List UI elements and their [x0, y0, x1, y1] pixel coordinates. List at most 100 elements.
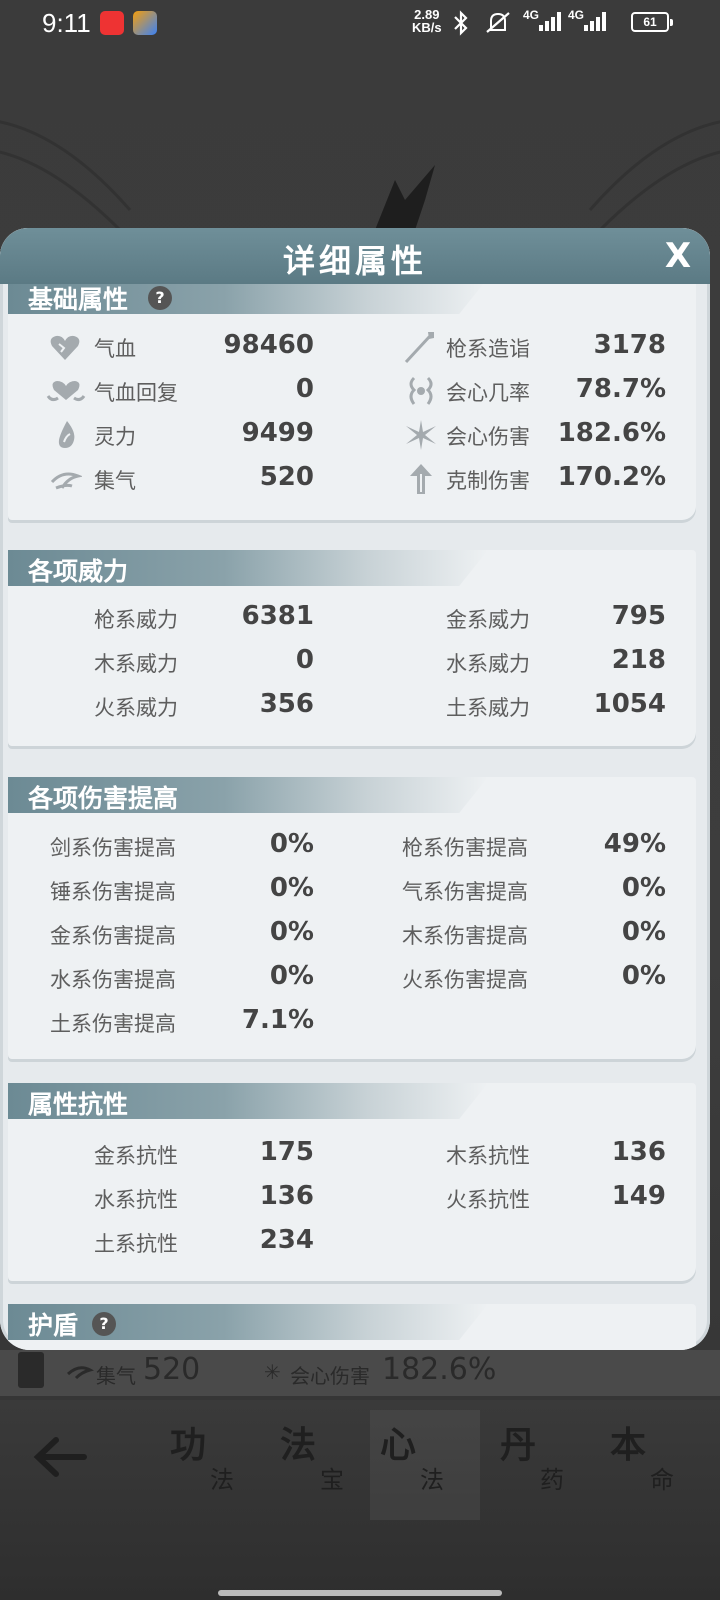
nav-tab-small-char: 药 — [540, 1466, 564, 1494]
stat-value: 78.7% — [575, 374, 666, 404]
status-bar: 9:11 2.89 KB/s 4G 4G 61 — [0, 0, 720, 48]
stat-label: 金系抗性 — [94, 1144, 178, 1168]
stat-label: 土系伤害提高 — [50, 1012, 176, 1036]
stat-label: 气血回复 — [94, 381, 178, 405]
stat-label: 气血 — [94, 337, 136, 361]
nav-tab-small-char: 法 — [420, 1466, 444, 1494]
nav-tab-fabao[interactable]: 法 宝 — [270, 1410, 380, 1520]
nav-tab-small-char: 宝 — [320, 1466, 344, 1494]
stat-label: 会心伤害 — [446, 425, 530, 449]
stat-value: 0% — [269, 917, 314, 947]
speed-unit: KB/s — [412, 20, 442, 35]
stat-label: 锤系伤害提高 — [50, 880, 176, 904]
battery-icon: 61 — [631, 12, 673, 32]
blood-icon — [50, 335, 80, 360]
nav-tab-small-char: 法 — [210, 1466, 234, 1494]
qi-gather-icon-bg — [66, 1366, 94, 1380]
stat-label: 水系伤害提高 — [50, 968, 176, 992]
section-damage-boost: 各项伤害提高 剑系伤害提高 0% 锤系伤害提高 0% 金系伤害提高 0% 水系伤… — [8, 777, 696, 1059]
section-shield: 护盾 ? — [8, 1304, 696, 1350]
stat-value: 9499 — [241, 418, 314, 448]
crit-rate-icon — [409, 376, 433, 405]
attribute-scroll-area[interactable]: 基础属性 ? 气血 98460 气血回复 0 灵力 9499 集气 520 枪系… — [0, 284, 710, 1350]
stat-value: 1054 — [593, 689, 666, 719]
stat-value: 149 — [611, 1181, 666, 1211]
stat-value: 7.1% — [241, 1005, 314, 1035]
section-power: 各项威力 枪系威力 6381 木系威力 0 火系威力 356 金系威力 795 … — [8, 550, 696, 746]
stat-value: 0% — [269, 873, 314, 903]
stat-value: 234 — [259, 1225, 314, 1255]
stat-label: 克制伤害 — [446, 469, 530, 493]
clock: 9:11 — [42, 8, 91, 38]
section-title: 各项伤害提高 — [28, 784, 179, 813]
bluetooth-icon — [454, 10, 468, 36]
help-icon[interactable]: ? — [92, 1312, 116, 1336]
nav-tab-big-char: 本 — [610, 1424, 647, 1466]
section-title: 基础属性 — [28, 285, 129, 314]
close-button[interactable]: X — [658, 234, 698, 278]
stat-label: 气系伤害提高 — [402, 880, 528, 904]
stat-label: 枪系威力 — [94, 608, 178, 632]
stat-label: 会心几率 — [446, 381, 530, 405]
background-qi-label: 集气 — [96, 1364, 136, 1388]
crit-damage-icon-bg: ✳ — [264, 1360, 281, 1384]
background-qi-value: 520 — [143, 1352, 201, 1387]
nav-tab-xinfa[interactable]: 心 法 — [370, 1410, 480, 1520]
stat-value: 0% — [269, 829, 314, 859]
qi-gather-icon — [50, 472, 82, 490]
network-type-2: 4G — [568, 8, 585, 22]
stat-value: 98460 — [223, 330, 314, 360]
stat-label: 火系威力 — [94, 696, 178, 720]
stat-value: 0 — [295, 374, 314, 404]
stat-label: 金系威力 — [446, 608, 530, 632]
stat-label: 木系威力 — [94, 652, 178, 676]
section-title: 各项威力 — [28, 557, 129, 586]
stat-label: 木系抗性 — [446, 1144, 530, 1168]
stat-label: 火系抗性 — [446, 1188, 530, 1212]
stat-label: 集气 — [94, 469, 136, 493]
stat-label: 枪系伤害提高 — [402, 836, 528, 860]
stat-label: 土系抗性 — [94, 1232, 178, 1256]
blood-regen-icon — [46, 381, 86, 402]
spear-icon — [404, 332, 434, 364]
mute-icon — [486, 12, 510, 33]
counter-damage-icon — [410, 464, 432, 494]
stat-value: 182.6% — [557, 418, 666, 448]
weapon-silhouette — [375, 165, 435, 230]
dialog-header: 详细属性 X — [0, 228, 710, 284]
stat-value: 170.2% — [557, 462, 666, 492]
stat-value: 136 — [611, 1137, 666, 1167]
back-arrow-icon[interactable] — [30, 1432, 90, 1482]
stat-value: 0 — [295, 645, 314, 675]
stat-label: 剑系伤害提高 — [50, 836, 176, 860]
nav-tab-big-char: 功 — [170, 1424, 207, 1466]
nav-tab-danyao[interactable]: 丹 药 — [490, 1410, 600, 1520]
wing-ornament-right — [588, 120, 720, 232]
crit-damage-icon — [406, 420, 436, 450]
nav-tab-big-char: 丹 — [500, 1424, 537, 1466]
network-speed: 2.89 KB/s — [412, 8, 442, 34]
stat-value: 795 — [611, 601, 666, 631]
nav-tab-gongfa[interactable]: 功 法 — [160, 1410, 270, 1520]
nav-tab-benming[interactable]: 本 命 — [600, 1410, 710, 1520]
stat-value: 3178 — [593, 330, 666, 360]
nav-tab-big-char: 法 — [280, 1424, 317, 1466]
stat-label: 火系伤害提高 — [402, 968, 528, 992]
spirit-icon — [58, 421, 75, 448]
stat-value: 136 — [259, 1181, 314, 1211]
background-crit-label: 会心伤害 — [290, 1364, 370, 1388]
background-crit-value: 182.6% — [382, 1352, 497, 1387]
help-icon[interactable]: ? — [148, 286, 172, 310]
section-title: 护盾 — [28, 1311, 79, 1340]
home-indicator[interactable] — [218, 1590, 502, 1596]
stat-value: 49% — [603, 829, 666, 859]
wing-ornament-left — [0, 120, 132, 232]
stat-value: 0% — [269, 961, 314, 991]
stat-value: 0% — [621, 873, 666, 903]
section-title: 属性抗性 — [28, 1090, 129, 1119]
signal-icon-2 — [584, 12, 606, 31]
stat-value: 356 — [259, 689, 314, 719]
dialog-title: 详细属性 — [282, 242, 427, 280]
stat-value: 6381 — [241, 601, 314, 631]
stat-label: 水系抗性 — [94, 1188, 178, 1212]
